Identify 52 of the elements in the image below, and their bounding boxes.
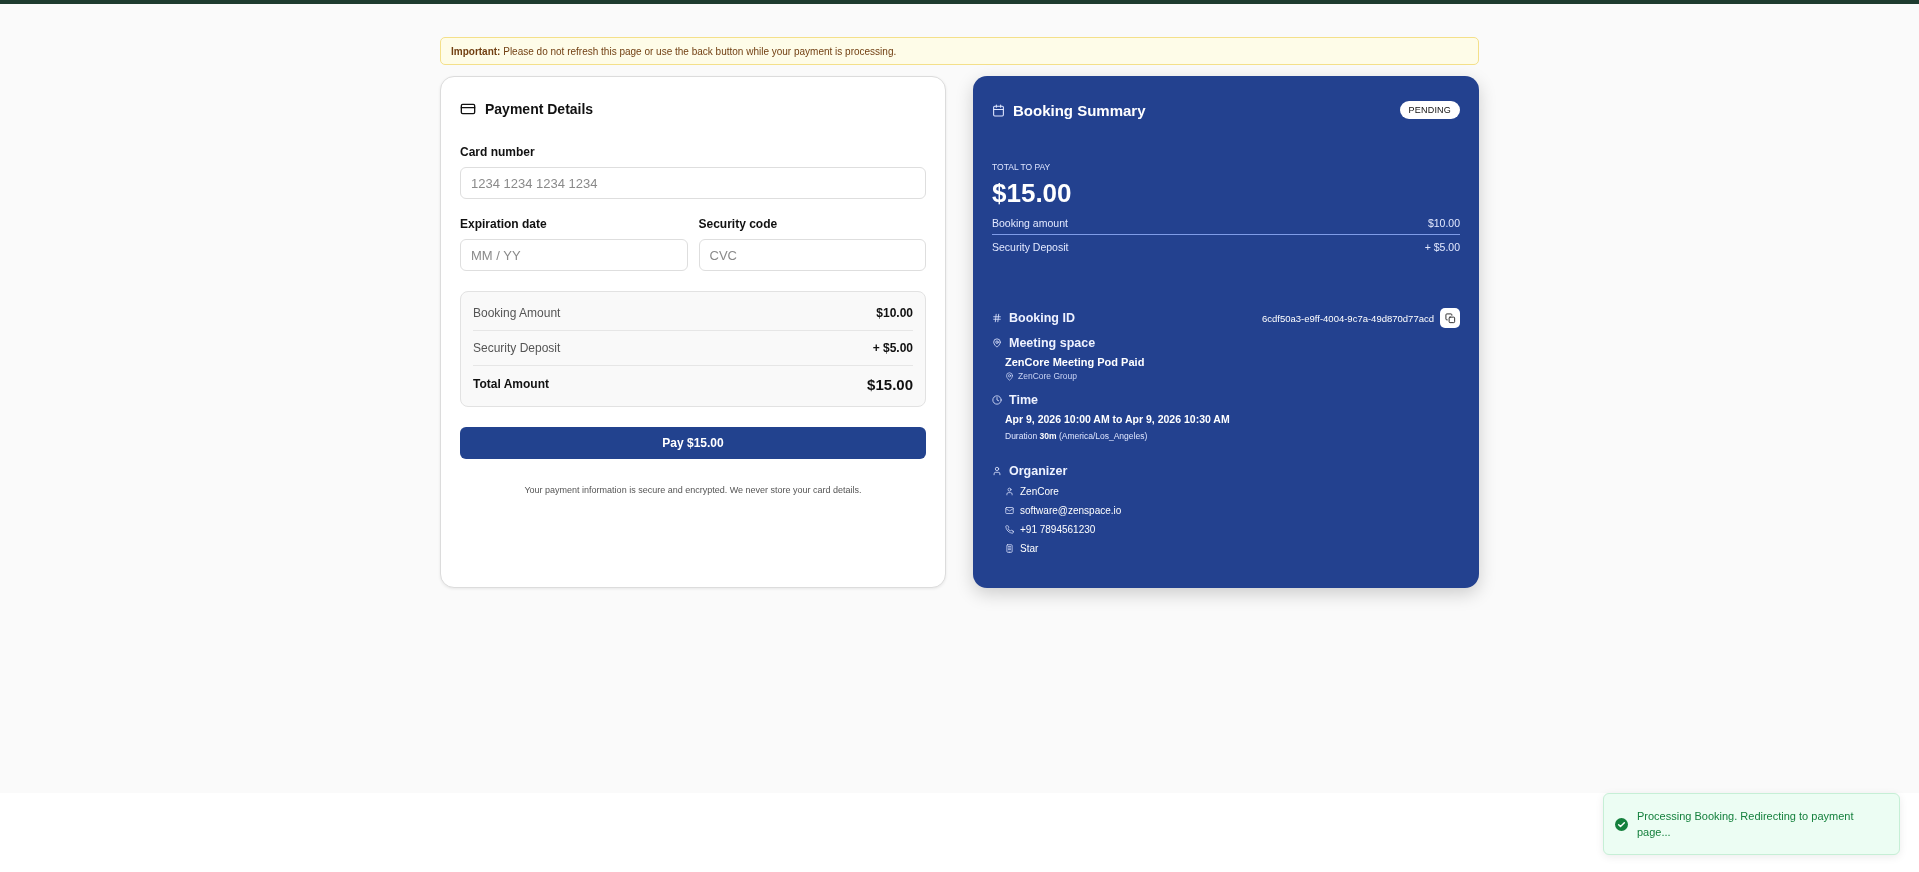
section-label: Organizer: [1009, 464, 1068, 478]
organizer-detail: Star: [1020, 543, 1039, 554]
amount-value: $10.00: [1427, 217, 1460, 229]
booking-id-value: 6cdf50a3-e9ff-4004-9c7a-49d870d77acd: [1261, 312, 1434, 324]
organizer-detail: software@zenspace.io: [1020, 505, 1122, 516]
credit-card-icon: [460, 101, 476, 117]
section-label: Booking ID: [1009, 311, 1075, 325]
envelope-icon: [1005, 506, 1014, 515]
amount-value: + $5.00: [1424, 241, 1460, 253]
time-range: Apr 9, 2026 10:00 AM to Apr 9, 2026 10:30 AM: [1005, 413, 1231, 425]
clock-icon: [992, 395, 1002, 405]
warning-text: Important: Please do not refresh this page or use the back button while your payment is processing.: [451, 45, 897, 57]
check-circle-icon: [1615, 817, 1628, 831]
section-label: Time: [1009, 393, 1038, 407]
amount-value: + $5.00: [872, 341, 913, 355]
amount-label: Security Deposit: [473, 341, 561, 355]
security-note: Your payment information is secure and encrypted. We never store your card details.: [523, 485, 863, 495]
copy-icon: [1444, 312, 1456, 324]
input-field[interactable]: 1234 1234 1234 1234: [460, 167, 926, 199]
card-title: Payment Details: [485, 101, 594, 117]
organizer-detail: ZenCore: [1020, 486, 1059, 497]
total-value: $15.00: [992, 178, 1073, 209]
field-label: Card number: [460, 145, 536, 159]
card-title: Booking Summary: [1013, 101, 1146, 119]
amount-value: $10.00: [876, 306, 913, 320]
person-icon: [1005, 487, 1014, 496]
input-field[interactable]: MM / YY: [460, 239, 688, 271]
input-field[interactable]: CVC: [698, 239, 926, 271]
building-icon: [1005, 544, 1014, 553]
total-label: TOTAL TO PAY: [992, 162, 1052, 172]
hash-icon: [992, 313, 1002, 323]
organizer-detail: +91 7894561230: [1020, 524, 1096, 535]
copy-button[interactable]: [1440, 308, 1460, 328]
pay-button[interactable]: Pay $15.00: [460, 427, 926, 459]
toast-message: Processing Booking. Redirecting to payment page...: [1637, 809, 1855, 840]
field-label: Security code: [698, 217, 779, 231]
person-icon: [992, 466, 1002, 476]
total-value: $15.00: [867, 375, 913, 393]
calendar-icon: [992, 103, 1005, 117]
section-label: Meeting space: [1009, 336, 1096, 350]
space-location: ZenCore Group: [1018, 371, 1078, 381]
phone-icon: [1005, 525, 1014, 534]
duration-text: Duration 30m (America/Los_Angeles): [1005, 431, 1149, 441]
amount-label: Booking amount: [992, 217, 1068, 229]
total-label: Total Amount: [473, 377, 549, 391]
amount-label: Booking Amount: [473, 306, 561, 320]
field-label: Expiration date: [460, 217, 548, 231]
location-pin-icon: [992, 338, 1002, 348]
space-name: ZenCore Meeting Pod Paid: [1005, 356, 1146, 368]
amount-label: Security Deposit: [992, 241, 1069, 253]
status-badge: PENDING: [1399, 101, 1460, 119]
location-pin-icon: [1005, 371, 1014, 381]
